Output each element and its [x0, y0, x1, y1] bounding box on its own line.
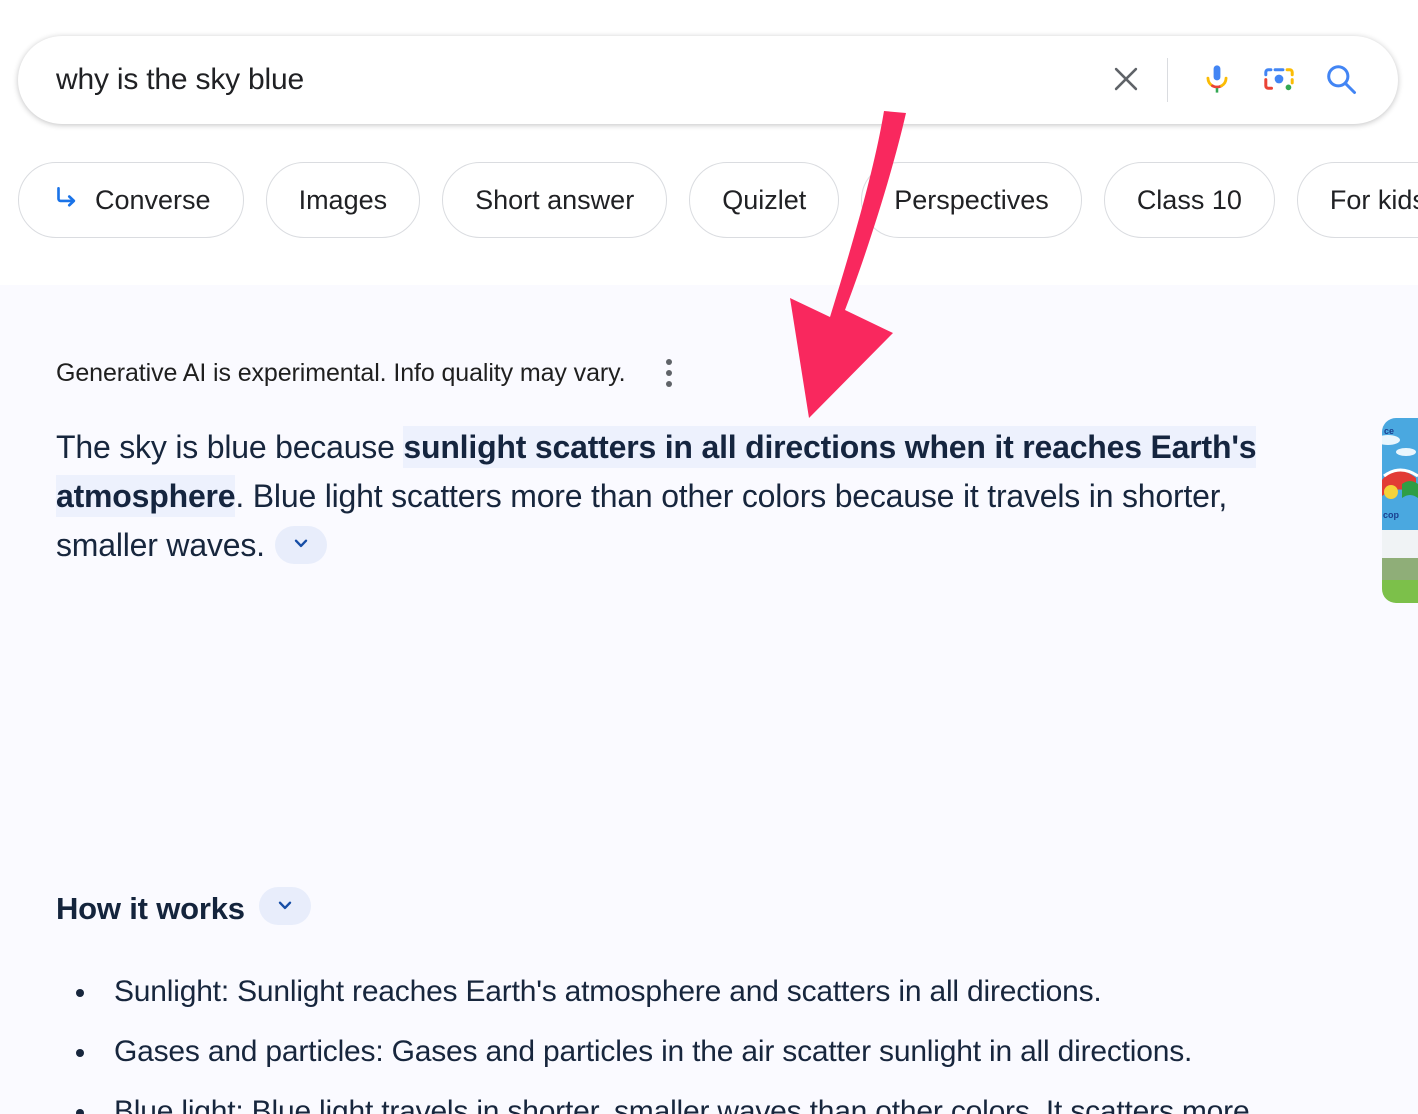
action-divider — [1167, 58, 1168, 102]
answer-expand-button[interactable] — [274, 525, 327, 564]
answer-lead-in: The sky is blue because — [56, 429, 404, 465]
close-icon — [1109, 62, 1143, 99]
section-expand-button[interactable] — [258, 887, 311, 925]
chip-label: Converse — [95, 184, 211, 215]
chip-label: Class 10 — [1136, 184, 1242, 215]
arrow-turn-down-right-icon — [51, 182, 81, 219]
ai-disclaimer-text: Generative AI is experimental. Info qual… — [56, 358, 626, 387]
chevron-down-icon — [274, 894, 296, 919]
chip-class-10[interactable]: Class 10 — [1103, 162, 1275, 238]
search-input[interactable] — [56, 63, 1095, 97]
chip-label: Images — [298, 184, 388, 215]
sky-illustration-image: ce cop — [1382, 418, 1418, 603]
svg-text:cop: cop — [1383, 510, 1400, 520]
section-title: How it works — [56, 891, 245, 926]
search-icon — [1323, 61, 1359, 100]
chevron-down-icon — [290, 532, 312, 557]
sidebar-image-thumbnail[interactable]: ce cop — [1382, 418, 1418, 603]
google-search-results-page: Converse Images Short answer Quizlet Per… — [0, 0, 1418, 1114]
chip-short-answer[interactable]: Short answer — [442, 162, 668, 238]
chip-label: Quizlet — [722, 184, 807, 215]
ai-overview-panel: Generative AI is experimental. Info qual… — [0, 285, 1418, 1114]
ai-overview-answer: The sky is blue because sunlight scatter… — [56, 423, 1291, 570]
search-submit-button[interactable] — [1310, 49, 1372, 111]
camera-lens-icon — [1261, 61, 1297, 100]
filter-chips-row: Converse Images Short answer Quizlet Per… — [18, 160, 1418, 240]
ai-disclaimer-row: Generative AI is experimental. Info qual… — [56, 355, 680, 391]
lens-search-button[interactable] — [1248, 49, 1310, 111]
how-it-works-header: How it works — [56, 887, 311, 928]
svg-text:ce: ce — [1384, 426, 1394, 436]
chip-for-kids[interactable]: For kids — [1296, 162, 1418, 238]
chip-images[interactable]: Images — [265, 162, 421, 238]
chip-perspectives[interactable]: Perspectives — [861, 162, 1082, 238]
search-bar[interactable] — [18, 36, 1398, 124]
list-item: Blue light: Blue light travels in shorte… — [60, 1090, 1310, 1114]
list-item: Gases and particles: Gases and particles… — [60, 1030, 1310, 1074]
microphone-icon — [1200, 62, 1234, 99]
chip-label: Short answer — [475, 184, 635, 215]
how-it-works-list: Sunlight: Sunlight reaches Earth's atmos… — [60, 970, 1310, 1114]
clear-button[interactable] — [1095, 49, 1157, 111]
search-actions — [1095, 49, 1372, 111]
chip-quizlet[interactable]: Quizlet — [689, 162, 840, 238]
chip-converse[interactable]: Converse — [18, 162, 244, 238]
more-options-icon[interactable] — [658, 355, 680, 391]
chip-label: Perspectives — [894, 184, 1049, 215]
chip-label: For kids — [1329, 184, 1418, 215]
list-item: Sunlight: Sunlight reaches Earth's atmos… — [60, 970, 1310, 1014]
voice-search-button[interactable] — [1186, 49, 1248, 111]
